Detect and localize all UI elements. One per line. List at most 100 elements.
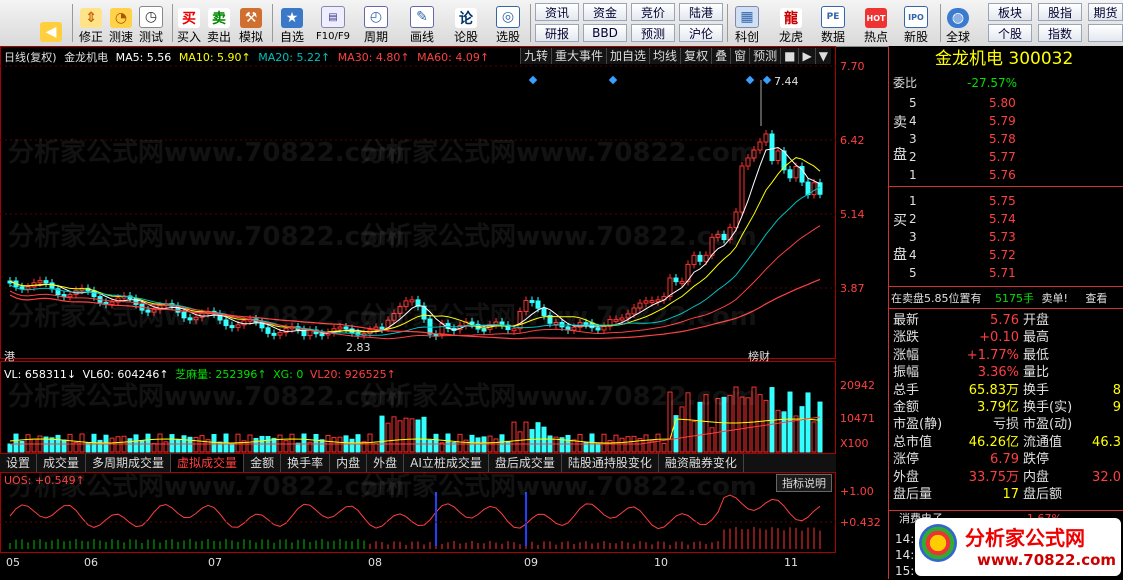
indicator-help-button[interactable]: 指标说明	[776, 474, 832, 492]
test-button[interactable]: ◷ 测试	[139, 2, 163, 44]
volume-bar	[373, 443, 379, 453]
tick-time: 15:	[895, 564, 915, 578]
tab-turnover[interactable]: 换手率	[281, 454, 331, 472]
auction-button[interactable]: 竞价	[631, 3, 675, 21]
volume-bar	[619, 437, 625, 453]
futures-button[interactable]: 期货	[1088, 3, 1123, 21]
watchlist-button[interactable]: ★ 自选	[280, 2, 304, 44]
tab-after-hours-volume[interactable]: 盘后成交量	[489, 454, 562, 472]
dropdown-icon[interactable]: ▼	[814, 48, 831, 64]
period-button[interactable]: ◴ 周期	[364, 2, 388, 44]
volume-bar	[157, 433, 163, 453]
tab-ai-volume[interactable]: AI立桩成交量	[404, 454, 489, 472]
ma-button[interactable]: 均线	[649, 48, 681, 64]
ask-price: 5.77	[989, 150, 1016, 164]
shanghai-london-button[interactable]: 沪伦	[679, 24, 723, 42]
tab-amount[interactable]: 金额	[244, 454, 282, 472]
more-button[interactable]	[1088, 24, 1123, 42]
chart-top-toolbar: 九转 重大事件 加自选 均线 复权 叠 窗 预测 ■ ▶ ▼	[520, 48, 831, 64]
simulate-button[interactable]: ⚒ 模拟	[239, 2, 263, 44]
bbd-button[interactable]: BBD	[583, 24, 627, 42]
volume-bar	[661, 442, 667, 453]
stock-name-label: 金龙机电	[64, 51, 109, 64]
tab-outer-volume[interactable]: 外盘	[367, 454, 405, 472]
volume-bar	[493, 438, 499, 453]
price-axis-label: 3.87	[840, 282, 865, 295]
tab-virtual-volume[interactable]: 虚拟成交量	[171, 454, 245, 472]
sell-icon: 卖	[208, 8, 230, 28]
sector-button[interactable]: 板块	[988, 3, 1032, 21]
hk-connect-button[interactable]: 陆港	[679, 3, 723, 21]
global-button[interactable]: ◍ 全球	[946, 2, 970, 44]
volume-bar	[175, 438, 181, 453]
event-tag[interactable]: 榜财	[748, 348, 770, 364]
fix-button[interactable]: ⇕ 修正	[79, 2, 103, 44]
hot-button[interactable]: HOT 热点	[864, 2, 888, 44]
draw-line-button[interactable]: ✎ 画线	[410, 2, 434, 44]
tab-volume[interactable]: 成交量	[37, 454, 87, 472]
bid-level: 1	[909, 194, 917, 208]
tab-settings[interactable]: 设置	[0, 454, 38, 472]
play-icon[interactable]: ▶	[798, 48, 815, 64]
stat-value: 65.83万	[968, 382, 1019, 398]
speed-test-button[interactable]: ◔ 测速	[109, 2, 133, 44]
candle-body	[25, 286, 31, 290]
bid-level: 3	[909, 230, 917, 244]
month-label: 09	[524, 556, 538, 569]
sell-label: 卖	[893, 115, 907, 131]
research-button[interactable]: 研报	[535, 24, 579, 42]
volume-bar	[163, 441, 169, 453]
kline-chart-canvas[interactable]	[0, 46, 888, 579]
stat-value: 32.0	[1092, 469, 1121, 485]
volume-bar	[757, 394, 763, 453]
major-events-button[interactable]: 重大事件	[551, 48, 607, 64]
stat-label: 换手(实)	[1023, 400, 1073, 415]
tab-multi-period-volume[interactable]: 多周期成交量	[86, 454, 172, 472]
candle-body	[727, 227, 733, 241]
f10-button[interactable]: ▤ F10/F9	[316, 2, 350, 44]
forecast-tab-button[interactable]: 预测	[749, 48, 781, 64]
volume-bar	[379, 415, 385, 453]
buy-icon: 买	[178, 8, 200, 28]
star-market-button[interactable]: ▦ 科创	[735, 2, 759, 44]
sell-button[interactable]: 卖 卖出	[207, 2, 231, 44]
candle-body	[193, 316, 199, 321]
volume-bar	[691, 421, 697, 453]
candle-body	[343, 326, 349, 330]
stock-button[interactable]: 个股	[988, 24, 1032, 42]
candle-body	[43, 280, 49, 284]
funds-button[interactable]: 资金	[583, 3, 627, 21]
weibi-label: 委比	[893, 76, 918, 90]
news-button[interactable]: 资讯	[535, 3, 579, 21]
dragon-tiger-button[interactable]: 龍 龙虎	[779, 2, 803, 44]
volume-bar	[751, 386, 757, 453]
add-watchlist-button[interactable]: 加自选	[606, 48, 650, 64]
discuss-button[interactable]: 论 论股	[454, 2, 478, 44]
kline-chart-area[interactable]: 分析家公式网www.70822.com 分析家公式网www.70822.com …	[0, 46, 888, 579]
tab-northbound-holding[interactable]: 陆股通持股变化	[562, 454, 659, 472]
adjust-button[interactable]: 复权	[680, 48, 712, 64]
forecast-button[interactable]: 预测	[631, 24, 675, 42]
tab-margin-change[interactable]: 融资融券变化	[659, 454, 744, 472]
stat-label: 开盘	[1023, 313, 1050, 328]
volume-header: VL: 658311↓ VL60: 604246↑ 芝麻量: 252396↑ X…	[4, 366, 396, 382]
tab-inner-volume[interactable]: 内盘	[330, 454, 368, 472]
order-notice[interactable]: 在卖盘5.85位置有 5175手 卖单! 查看	[891, 290, 1107, 308]
nine-turn-button[interactable]: 九转	[520, 48, 552, 64]
ipo-button[interactable]: IPO 新股	[904, 2, 928, 44]
volume-bar	[805, 392, 811, 453]
square-icon[interactable]: ■	[780, 48, 799, 64]
candle-body	[523, 299, 529, 312]
index-button[interactable]: 指数	[1038, 24, 1082, 42]
stat-label: 跌停	[1023, 452, 1050, 468]
back-button[interactable]: ◀	[40, 2, 62, 44]
candle-body	[145, 309, 151, 313]
overlay-button[interactable]: 叠	[711, 48, 731, 64]
buy-button[interactable]: 买 买入	[177, 2, 201, 44]
stock-select-button[interactable]: ◎ 选股	[496, 2, 520, 44]
candle-body	[757, 141, 763, 151]
window-button[interactable]: 窗	[730, 48, 750, 64]
data-button[interactable]: PE 数据	[821, 2, 845, 44]
index-futures-button[interactable]: 股指	[1038, 3, 1082, 21]
stat-value: 33.75万	[968, 469, 1019, 485]
